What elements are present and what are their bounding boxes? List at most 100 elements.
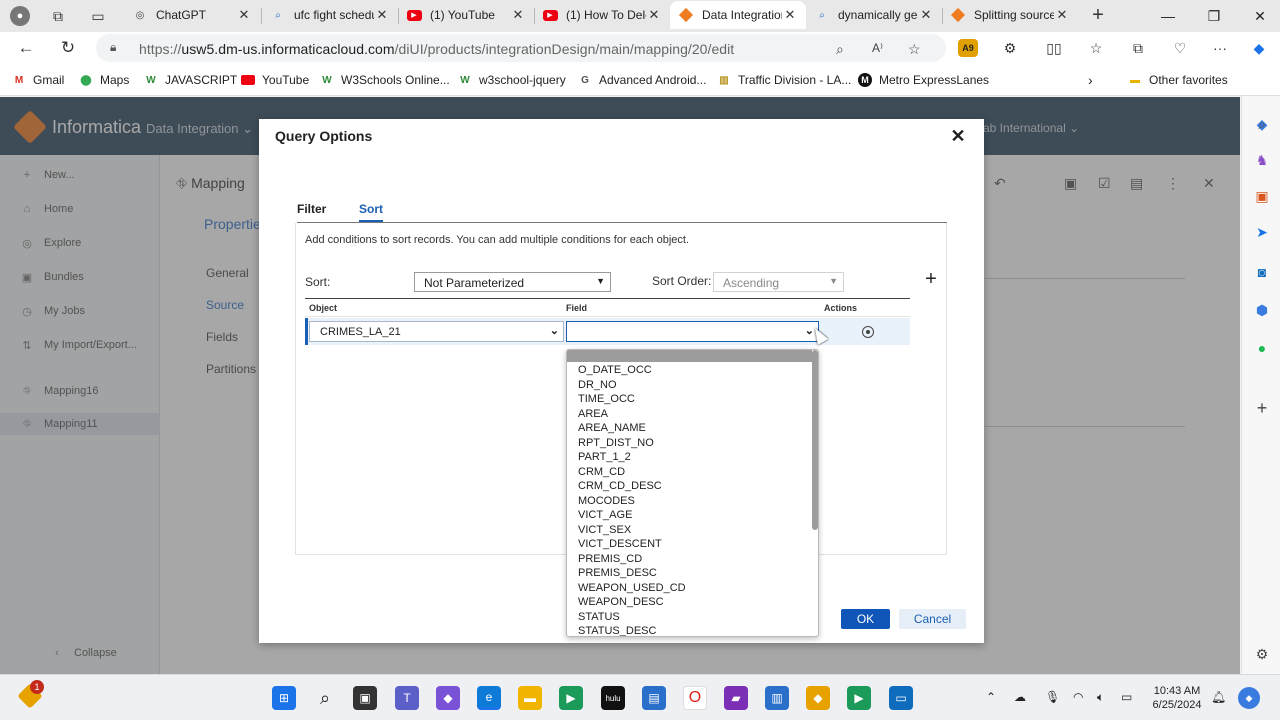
close-tab-icon[interactable]: ✕ [782,7,798,23]
workspaces-icon[interactable]: ⧉ [44,4,72,28]
store-icon[interactable]: ▤ [642,686,666,710]
snipping-tool-icon[interactable]: ▭ [889,686,913,710]
wifi-icon[interactable]: ◠ [1073,690,1083,704]
tab-chatgpt[interactable]: ◎ ChatGPT ✕ [124,1,260,29]
close-icon[interactable]: ✕ [947,125,969,147]
fav-w3school-jquery[interactable]: Ww3school-jquery [457,72,565,88]
tab-youtube-2[interactable]: ▶ (1) How To Delete ✕ [534,1,670,29]
fav-maps[interactable]: ⬤ Maps [78,72,129,88]
office-icon[interactable]: ⬢ [1252,300,1272,320]
tab-ufc[interactable]: ⌕ ufc fight schedule ✕ [262,1,398,29]
refresh-icon[interactable]: ↻ [54,36,82,60]
favorites-overflow-chevron-icon[interactable]: › [1088,72,1093,88]
close-tab-icon[interactable]: ✕ [374,7,390,23]
opera-icon[interactable]: O [683,686,707,710]
copilot-pre-icon[interactable]: ◆ [1238,687,1260,709]
url-field[interactable]: 🔒︎ https://usw5.dm-us.informaticacloud.c… [96,34,946,62]
clock[interactable]: 10:43 AM 6/25/2024 [1148,684,1206,712]
close-tab-icon[interactable]: ✕ [646,7,662,23]
sort-order-select[interactable]: Ascending ▼ [713,272,844,292]
profile-icon[interactable]: ● [6,4,34,28]
favorite-star-icon[interactable]: ☆ [908,41,921,58]
dropdown-scrollbar[interactable] [812,350,818,530]
battery-icon[interactable]: ▭ [1121,690,1132,704]
field-option[interactable]: VICT_AGE [578,508,632,522]
notifications-bell-icon[interactable]: 🔔︎ [1211,690,1226,704]
media-player-icon[interactable]: ▶ [559,686,583,710]
field-option[interactable]: MOCODES [578,494,635,508]
fav-advanced-android[interactable]: G Advanced Android... [577,72,706,88]
add-sort-condition-button[interactable]: + [921,269,941,290]
minimize-button[interactable]: — [1148,4,1188,28]
cancel-button[interactable]: Cancel [899,609,966,629]
fav-gmail[interactable]: M Gmail [11,72,65,88]
favorites-icon[interactable]: ☆ [1085,38,1107,58]
tools-icon[interactable]: ▣ [1252,186,1272,206]
field-option[interactable]: PREMIS_DESC [578,566,657,580]
restore-button[interactable]: ❐ [1194,4,1234,28]
row-actions-icon[interactable] [862,326,874,338]
field-option[interactable]: WEAPON_DESC [578,595,664,609]
search-icon[interactable]: ⌕ [313,686,337,710]
field-option[interactable]: AREA_NAME [578,421,646,435]
new-tab-button[interactable]: + [1086,4,1110,28]
ok-button[interactable]: OK [841,609,890,629]
drop-icon[interactable]: ➤ [1252,222,1272,242]
fav-w3schools[interactable]: W W3Schools Online... [319,72,449,88]
field-option[interactable]: CRM_CD [578,465,625,479]
teams-icon[interactable]: T [395,686,419,710]
field-option[interactable]: VICT_SEX [578,523,631,537]
tab-data-integration[interactable]: Data Integration ✕ [670,1,806,29]
add-sidebar-app-icon[interactable]: + [1252,398,1272,418]
tab-sort[interactable]: Sort [359,202,383,216]
file-explorer-icon[interactable]: ▬ [518,686,542,710]
field-option[interactable]: O_DATE_OCC [578,363,652,377]
outlook-icon[interactable]: ◙ [1252,262,1272,282]
microphone-icon[interactable]: 🎙︎ [1045,690,1060,704]
settings-more-icon[interactable]: ··· [1209,38,1231,58]
field-option[interactable]: VICT_DESCENT [578,537,662,551]
zoom-icon[interactable]: ⌕ [836,41,844,58]
other-favorites[interactable]: ▬ Other favorites [1127,72,1228,88]
split-screen-icon[interactable]: ▯▯ [1043,38,1065,58]
close-tab-icon[interactable]: ✕ [236,7,252,23]
close-tab-icon[interactable]: ✕ [918,7,934,23]
tab-youtube-1[interactable]: ▶ (1) YouTube ✕ [398,1,534,29]
power-automate-icon[interactable]: ◆ [806,686,830,710]
copilot-app-icon[interactable]: ◆ [436,686,460,710]
copilot-icon[interactable]: ◆ [1248,38,1270,58]
copilot-sidebar-icon[interactable] [1252,78,1272,98]
field-option[interactable]: RPT_DIST_NO [578,436,654,450]
sidebar-settings-icon[interactable]: ⚙ [1252,644,1272,664]
tray-overflow-icon[interactable]: ⌃ [986,690,996,704]
collections-icon[interactable]: ⧉ [1127,38,1149,58]
edge-browser-icon[interactable]: e [477,686,501,710]
tab-dynamically[interactable]: ⌕ dynamically generate ✕ [806,1,942,29]
clipchamp-icon[interactable]: ▰ [724,686,748,710]
read-aloud-icon[interactable]: A⁾ [872,41,883,55]
field-option[interactable]: TIME_OCC [578,392,635,406]
weather-widget[interactable]: 1 [17,680,44,710]
spotify-icon[interactable]: ● [1252,338,1272,358]
onedrive-icon[interactable]: ☁ [1014,690,1026,704]
field-option[interactable]: WEAPON_USED_CD [578,581,686,595]
fav-youtube[interactable]: YouTube [240,72,309,88]
field-option[interactable]: CRM_CD_DESC [578,479,662,493]
close-tab-icon[interactable]: ✕ [1054,7,1070,23]
back-icon[interactable]: ← [12,36,40,60]
start-icon[interactable]: ⊞ [272,686,296,710]
fav-javascript[interactable]: W JAVASCRIPT [143,72,237,88]
task-view-icon[interactable]: ▣ [353,686,377,710]
hulu-icon[interactable]: hulu [601,686,625,710]
browser-essentials-icon[interactable]: ♡ [1169,38,1191,58]
field-option[interactable]: STATUS [578,610,620,624]
volume-muted-icon[interactable]: 🔈︎ [1097,690,1104,705]
field-option[interactable]: STATUS_DESC [578,624,656,636]
search-sidebar-icon[interactable]: ⌕ [1252,114,1272,134]
fav-traffic-division[interactable]: ▥ Traffic Division - LA... [716,72,851,88]
field-option[interactable]: DR_NO [578,378,617,392]
object-select[interactable]: CRIMES_LA_21 ⌄ [309,321,564,342]
window-close-button[interactable]: ✕ [1240,4,1280,28]
video-editor-icon[interactable]: ▶ [847,686,871,710]
tab-splitting[interactable]: Splitting source ✕ [942,1,1078,29]
